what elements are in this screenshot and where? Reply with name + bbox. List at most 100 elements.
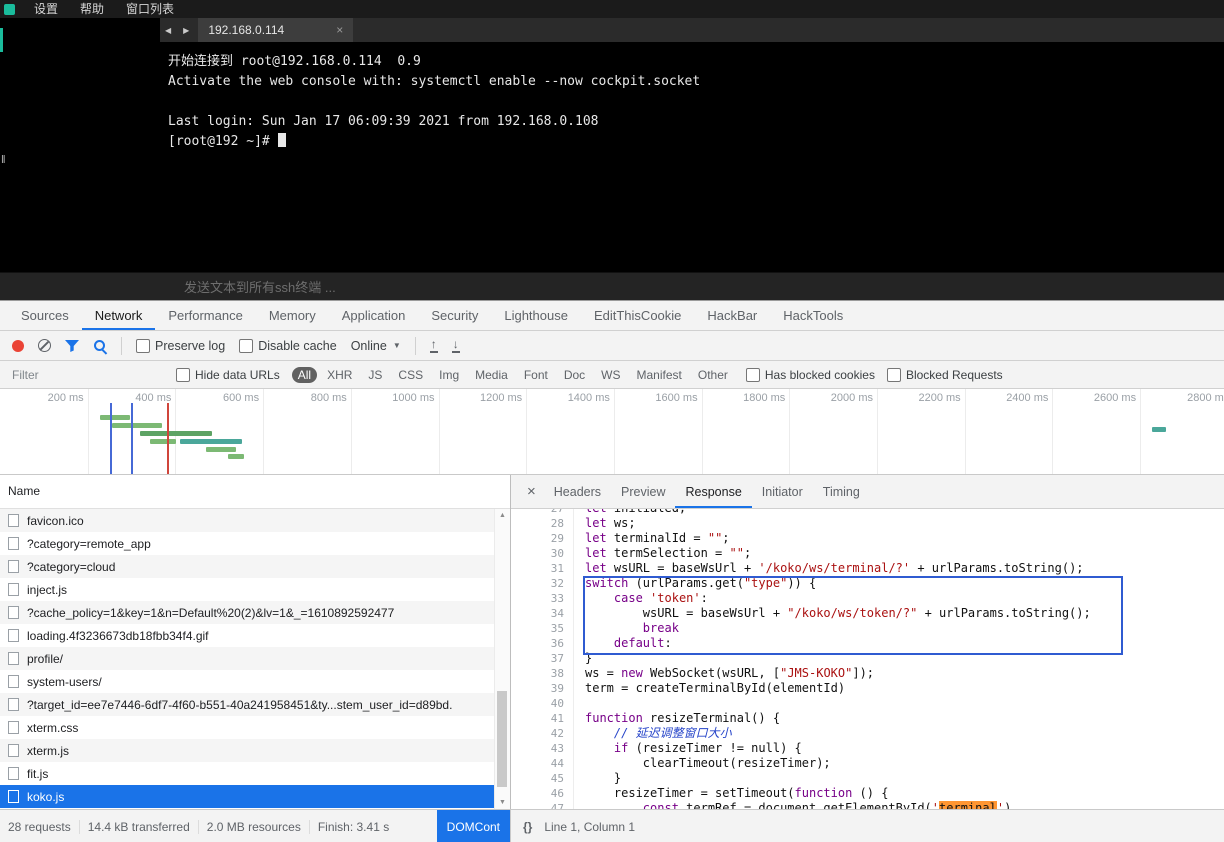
filter-type-doc[interactable]: Doc (558, 367, 591, 383)
request-row[interactable]: inject.js (0, 578, 510, 601)
filter-type-all[interactable]: All (292, 367, 317, 383)
filter-type-js[interactable]: JS (362, 367, 388, 383)
panel-tab-response[interactable]: Response (675, 475, 751, 508)
request-row[interactable]: ?category=cloud (0, 555, 510, 578)
request-row[interactable]: loading.4f3236673db18fbb34f4.gif (0, 624, 510, 647)
overview-bar (140, 431, 212, 436)
tab-close-icon[interactable]: × (336, 23, 343, 37)
broadcast-input[interactable] (182, 274, 806, 301)
request-name: fit.js (27, 767, 48, 781)
overview-time-label: 1000 ms (391, 392, 435, 404)
blocked-requests-toggle[interactable]: Blocked Requests (887, 368, 1003, 382)
tab-hacktools[interactable]: HackTools (770, 301, 856, 330)
panel-tab-headers[interactable]: Headers (544, 475, 611, 508)
overview-bar (228, 454, 244, 459)
scroll-down-icon[interactable]: ▼ (495, 799, 510, 806)
filter-type-ws[interactable]: WS (595, 367, 626, 383)
filter-type-xhr[interactable]: XHR (321, 367, 358, 383)
close-icon[interactable]: × (519, 483, 544, 500)
record-icon[interactable] (12, 340, 24, 352)
filter-funnel-icon[interactable] (65, 340, 79, 352)
line-number: 37 (511, 651, 573, 666)
blocked-requests-checkbox[interactable] (887, 368, 901, 382)
tab-sources[interactable]: Sources (8, 301, 82, 330)
splitter-handle-icon[interactable]: ‖ (1, 154, 6, 166)
code-line: break (585, 621, 1224, 636)
request-name: ?category=remote_app (27, 537, 151, 551)
request-row[interactable]: system-users/ (0, 670, 510, 693)
tab-memory[interactable]: Memory (256, 301, 329, 330)
code-line: } (585, 651, 1224, 666)
tab-security[interactable]: Security (418, 301, 491, 330)
request-row[interactable]: xterm.css (0, 716, 510, 739)
preserve-log-checkbox[interactable] (136, 339, 150, 353)
filter-type-other[interactable]: Other (692, 367, 734, 383)
network-filterbar: Hide data URLs AllXHRJSCSSImgMediaFontDo… (0, 361, 1224, 389)
scroll-up-icon[interactable]: ▲ (495, 512, 510, 519)
overview-time-label: 800 ms (303, 392, 347, 404)
has-blocked-cookies-checkbox[interactable] (746, 368, 760, 382)
overview-time-label: 400 ms (127, 392, 171, 404)
tab-network[interactable]: Network (82, 301, 156, 330)
panel-tab-initiator[interactable]: Initiator (752, 475, 813, 508)
response-code-viewer[interactable]: 2728293031323334353637383940414243444546… (511, 509, 1224, 809)
panel-tab-preview[interactable]: Preview (611, 475, 675, 508)
network-overview[interactable]: 200 ms400 ms600 ms800 ms1000 ms1200 ms14… (0, 389, 1224, 475)
overview-bar (150, 439, 176, 444)
request-row[interactable]: ?category=remote_app (0, 532, 510, 555)
filter-type-img[interactable]: Img (433, 367, 465, 383)
has-blocked-cookies-toggle[interactable]: Has blocked cookies (746, 368, 875, 382)
file-icon (8, 606, 19, 619)
filter-type-media[interactable]: Media (469, 367, 514, 383)
filter-type-css[interactable]: CSS (392, 367, 429, 383)
tab-nav-forward-icon[interactable]: ▶ (178, 26, 196, 35)
tab-application[interactable]: Application (329, 301, 419, 330)
request-row[interactable]: favicon.ico (0, 509, 510, 532)
domcontentloaded-badge: DOMCont (437, 810, 510, 842)
disable-cache-checkbox[interactable] (239, 339, 253, 353)
throttling-select[interactable]: Online▼ (351, 339, 401, 353)
file-icon (8, 698, 19, 711)
export-har-icon[interactable]: ↓ (452, 339, 460, 353)
tab-nav-back-icon[interactable]: ◀ (160, 26, 178, 35)
line-number: 33 (511, 591, 573, 606)
menu-item-1[interactable]: 帮助 (69, 0, 115, 18)
request-row[interactable]: ?target_id=ee7e7446-6df7-4f60-b551-40a24… (0, 693, 510, 716)
request-row[interactable]: koko.js (0, 785, 510, 808)
panel-tab-timing[interactable]: Timing (813, 475, 870, 508)
preserve-log-label: Preserve log (155, 339, 225, 353)
request-row[interactable]: xterm.js (0, 739, 510, 762)
name-column-header[interactable]: Name (0, 475, 510, 509)
format-icon[interactable]: {} (523, 820, 532, 834)
preserve-log-toggle[interactable]: Preserve log (136, 339, 225, 353)
filter-input[interactable] (10, 367, 164, 383)
tab-editthiscookie[interactable]: EditThisCookie (581, 301, 694, 330)
search-icon[interactable] (93, 339, 107, 353)
scrollbar-thumb[interactable] (497, 691, 507, 787)
tab-performance[interactable]: Performance (155, 301, 255, 330)
filter-type-manifest[interactable]: Manifest (631, 367, 688, 383)
tab-hackbar[interactable]: HackBar (694, 301, 770, 330)
overview-time-label: 1400 ms (566, 392, 610, 404)
request-row[interactable]: fit.js (0, 762, 510, 785)
hide-data-urls-toggle[interactable]: Hide data URLs (176, 368, 280, 382)
code-line: // 延迟调整窗口大小 (585, 726, 1224, 741)
hide-data-urls-checkbox[interactable] (176, 368, 190, 382)
overview-bar (1152, 427, 1166, 432)
disable-cache-toggle[interactable]: Disable cache (239, 339, 337, 353)
filter-type-font[interactable]: Font (518, 367, 554, 383)
overview-gridline (351, 389, 352, 474)
menu-item-2[interactable]: 窗口列表 (115, 0, 185, 18)
terminal-tab[interactable]: 192.168.0.114 × (198, 18, 353, 42)
request-row[interactable]: ?cache_policy=1&key=1&n=Default%20(2)&lv… (0, 601, 510, 624)
request-list-scrollbar[interactable]: ▲ ▼ (494, 509, 510, 809)
overview-time-label: 2400 ms (1004, 392, 1048, 404)
line-number: 41 (511, 711, 573, 726)
menu-item-0[interactable]: 设置 (23, 0, 69, 18)
cursor-position: Line 1, Column 1 (544, 820, 635, 834)
tab-lighthouse[interactable]: Lighthouse (491, 301, 581, 330)
clear-icon[interactable] (38, 339, 51, 352)
terminal[interactable]: 开始连接到 root@192.168.0.114 0.9Activate the… (160, 42, 1224, 272)
import-har-icon[interactable]: ↑ (430, 339, 438, 353)
request-row[interactable]: profile/ (0, 647, 510, 670)
